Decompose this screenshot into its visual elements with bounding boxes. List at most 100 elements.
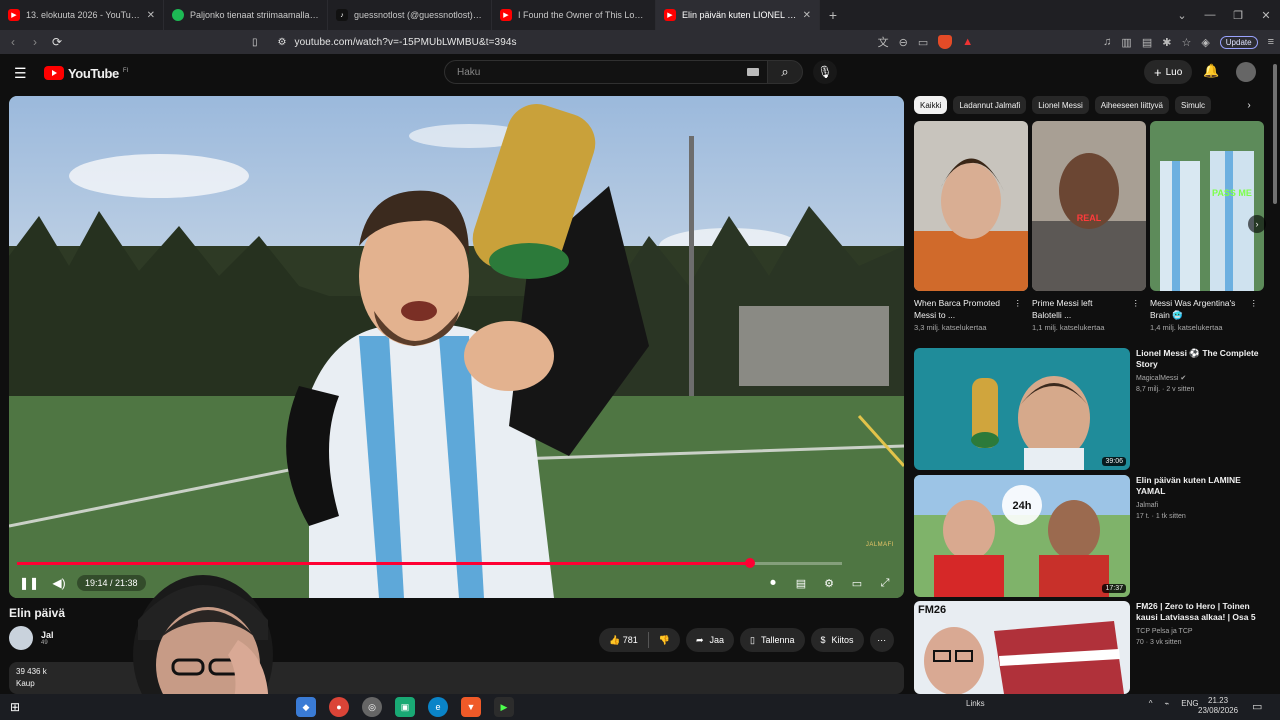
- site-info-icon[interactable]: ⚙: [278, 37, 287, 48]
- youtube-logo[interactable]: YouTube FI: [44, 66, 128, 81]
- short-thumbnail[interactable]: PASS ME: [1150, 121, 1264, 291]
- minimize-icon[interactable]: —: [1196, 9, 1224, 22]
- video-title[interactable]: FM26 | Zero to Hero | Toinen kausi Latvi…: [1136, 601, 1260, 623]
- browser-tab-3[interactable]: ▶ I Found the Owner of This Lost Phone: [492, 0, 656, 30]
- browser-tab-2[interactable]: ♪ guessnotlost (@guessnotlost) | TikTok: [328, 0, 492, 30]
- chip-channel[interactable]: Ladannut Jalmafi: [953, 96, 1027, 114]
- video-thumbnail[interactable]: FM26: [914, 601, 1130, 694]
- subtitles-icon[interactable]: ▤: [790, 577, 812, 590]
- short-thumbnail[interactable]: [914, 121, 1028, 291]
- like-button[interactable]: 👍 781: [609, 635, 638, 646]
- short-title[interactable]: Prime Messi left Balotelli ...: [1032, 297, 1124, 321]
- fullscreen-icon[interactable]: ⤢: [874, 577, 896, 590]
- browser-tab-0[interactable]: ▶ 13. elokuuta 2026 - YouTube ✕: [0, 0, 164, 30]
- channel-name[interactable]: Jal: [41, 630, 54, 640]
- menu-icon[interactable]: ☰: [14, 65, 30, 82]
- voice-search-button[interactable]: 🎙: [813, 60, 837, 84]
- taskbar-clock[interactable]: 21.23 23/08/2026: [1198, 696, 1238, 716]
- short-item[interactable]: PASS ME Messi Was Argentina's Brain 🥶 ⋮ 1…: [1150, 121, 1264, 341]
- short-item[interactable]: When Barca Promoted Messi to ... ⋮ 3,3 mi…: [914, 121, 1028, 341]
- tab-list-icon[interactable]: ⌄: [1168, 9, 1196, 22]
- forward-icon[interactable]: ›: [24, 35, 46, 49]
- share-button[interactable]: ➦ Jaa: [685, 628, 735, 652]
- chevron-up-icon[interactable]: ^: [1149, 699, 1153, 708]
- brave-shield-icon[interactable]: [938, 35, 953, 49]
- settings-icon[interactable]: ⚙: [818, 577, 840, 590]
- back-icon[interactable]: ‹: [2, 35, 24, 49]
- channel-name[interactable]: TCP Pelsa ja TCP: [1136, 626, 1260, 637]
- video-title[interactable]: Lionel Messi ⚽ The Complete Story: [1136, 348, 1260, 370]
- close-window-icon[interactable]: ✕: [1252, 9, 1280, 22]
- volume-icon[interactable]: ◀): [47, 576, 71, 590]
- page-scrollbar[interactable]: [1270, 54, 1280, 694]
- search-input[interactable]: Haku: [444, 60, 768, 84]
- brave-icon[interactable]: ▼: [461, 697, 481, 717]
- theater-mode-icon[interactable]: ▭: [846, 577, 868, 590]
- pause-icon[interactable]: ❚❚: [17, 576, 41, 590]
- app-icon[interactable]: ▶: [494, 697, 514, 717]
- more-icon[interactable]: ⋮: [1132, 297, 1141, 321]
- new-tab-button[interactable]: +: [820, 7, 846, 23]
- video-player[interactable]: JALMAFI ❚❚ ◀) 19:14 / 21:38 ⏺ ▤ ⚙ ▭ ⤢: [9, 96, 904, 598]
- keyboard-icon[interactable]: [747, 68, 759, 76]
- autoplay-toggle-icon[interactable]: ⏺: [762, 577, 784, 590]
- recommended-video[interactable]: FM26 FM26 | Zero to Hero | Toinen kausi …: [914, 601, 1260, 694]
- update-button[interactable]: Update: [1219, 35, 1258, 49]
- channel-avatar[interactable]: [9, 626, 33, 650]
- chip-all[interactable]: Kaikki: [914, 96, 948, 114]
- channel-name[interactable]: MagicalMessi ✔: [1136, 373, 1260, 384]
- close-icon[interactable]: ✕: [147, 10, 155, 21]
- cast-icon[interactable]: ▭: [918, 36, 928, 49]
- extensions-icon[interactable]: ✱: [1162, 36, 1171, 49]
- music-icon[interactable]: ♫: [1103, 36, 1111, 48]
- short-thumbnail[interactable]: REAL: [1032, 121, 1146, 291]
- app-icon[interactable]: ◆: [296, 697, 316, 717]
- zoom-icon[interactable]: ⊖: [899, 36, 908, 49]
- chip-related[interactable]: Aiheeseen liittyvä: [1094, 96, 1170, 114]
- edge-icon[interactable]: e: [428, 697, 448, 717]
- close-icon[interactable]: ✕: [803, 10, 811, 21]
- address-bar[interactable]: ▯ ⚙ youtube.com/watch?v=-15PMUbLWMBU&t=3…: [252, 32, 868, 52]
- reload-icon[interactable]: ⟳: [46, 35, 68, 49]
- browser-tab-1[interactable]: Paljonko tienaat striimaamalla? - La: [164, 0, 328, 30]
- wallet-icon[interactable]: ◈: [1201, 36, 1209, 49]
- notification-icon[interactable]: ▭: [1252, 700, 1262, 713]
- translate-icon[interactable]: 文: [878, 34, 889, 50]
- save-button[interactable]: ▯ Tallenna: [740, 628, 805, 652]
- shorts-next-icon[interactable]: ›: [1248, 215, 1266, 233]
- bookmark-icon[interactable]: ▯: [252, 37, 258, 48]
- short-title[interactable]: Messi Was Argentina's Brain 🥶: [1150, 297, 1242, 321]
- tabs-icon[interactable]: ▤: [1142, 36, 1152, 49]
- video-title[interactable]: Elin päivän kuten LAMINE YAMAL: [1136, 475, 1260, 497]
- more-icon[interactable]: ⋮: [1250, 297, 1259, 321]
- sidebar-icon[interactable]: ▥: [1121, 36, 1131, 49]
- video-thumbnail[interactable]: 39:06: [914, 348, 1130, 470]
- chevron-right-icon[interactable]: ›: [1238, 96, 1260, 114]
- restore-icon[interactable]: ❐: [1224, 9, 1252, 22]
- search-button[interactable]: ⌕: [767, 60, 803, 84]
- create-button[interactable]: + Luo: [1144, 60, 1193, 84]
- chrome-icon[interactable]: ●: [329, 697, 349, 717]
- rewards-icon[interactable]: ▲: [962, 36, 973, 48]
- notifications-bell-icon[interactable]: 🔔: [1203, 63, 1219, 79]
- video-thumbnail[interactable]: 24h 17:37: [914, 475, 1130, 597]
- channel-info[interactable]: Jal 49: [9, 626, 54, 650]
- chip-messi[interactable]: Lionel Messi: [1032, 96, 1089, 114]
- language-indicator[interactable]: ENG: [1181, 699, 1198, 708]
- links-toolbar[interactable]: Links: [966, 699, 985, 708]
- chip-more[interactable]: Simulc: [1175, 96, 1212, 114]
- avatar[interactable]: [1236, 62, 1256, 82]
- app-icon[interactable]: ◎: [362, 697, 382, 717]
- recommended-video[interactable]: 24h 17:37 Elin päivän kuten LAMINE YAMAL…: [914, 475, 1260, 597]
- more-actions-button[interactable]: ⋯: [869, 628, 894, 652]
- short-title[interactable]: When Barca Promoted Messi to ...: [914, 297, 1006, 321]
- recommended-video[interactable]: 39:06 Lionel Messi ⚽ The Complete Story …: [914, 348, 1260, 470]
- channel-watermark[interactable]: JALMAFI: [866, 542, 894, 548]
- browser-tab-4[interactable]: ▶ Elin päivän kuten LIONEL ME ✕: [656, 0, 820, 30]
- more-icon[interactable]: ⋮: [1014, 297, 1023, 321]
- windows-start-icon[interactable]: ⊞: [10, 700, 20, 714]
- menu-icon[interactable]: ≡: [1268, 36, 1274, 48]
- thanks-button[interactable]: $ Kiitos: [810, 628, 864, 652]
- url-text[interactable]: youtube.com/watch?v=-15PMUbLWMBU&t=394s: [294, 37, 516, 48]
- favorites-icon[interactable]: ☆: [1181, 36, 1191, 49]
